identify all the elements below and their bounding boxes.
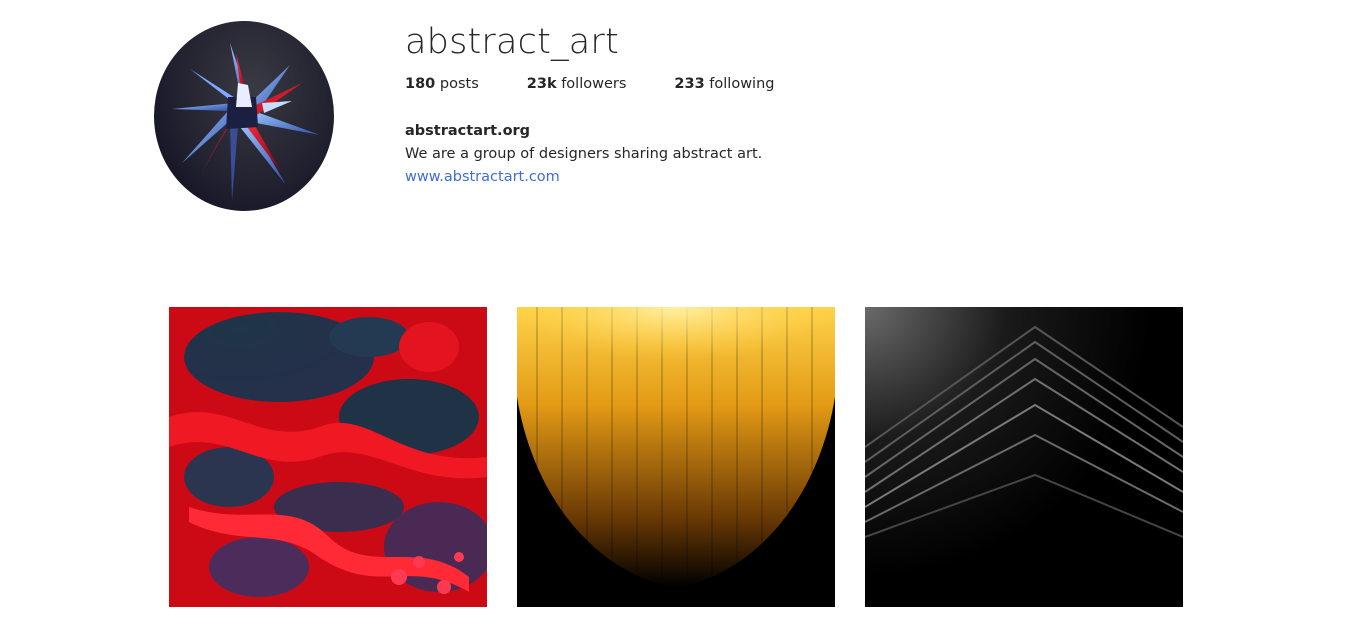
followers-label: followers	[556, 76, 627, 92]
profile-stats: 180 posts 23k followers 233 following	[405, 74, 822, 94]
following-label: following	[704, 76, 775, 92]
profile-avatar[interactable]	[154, 21, 334, 211]
profile-info: abstract_art 180 posts 23k followers 233…	[405, 18, 822, 189]
profile-bio: abstractart.org We are a group of design…	[405, 120, 822, 189]
profile-username: abstract_art	[405, 22, 619, 62]
following-stat[interactable]: 233 following	[674, 74, 774, 94]
post-tile-2[interactable]	[517, 307, 835, 607]
bio-website-link[interactable]: www.abstractart.com	[405, 169, 560, 185]
profile-page: abstract_art 180 posts 23k followers 233…	[0, 0, 1346, 625]
post-tile-3[interactable]	[865, 307, 1183, 607]
golden-light-streaks-image-icon	[517, 307, 835, 607]
following-count: 233	[674, 76, 705, 92]
dark-chevron-building-image-icon	[865, 307, 1183, 607]
bio-text: We are a group of designers sharing abst…	[405, 146, 763, 162]
post-tile-1[interactable]	[169, 307, 487, 607]
red-fluid-art-image-icon	[169, 307, 487, 607]
posts-count: 180	[405, 76, 436, 92]
bio-name: abstractart.org	[405, 123, 531, 139]
posts-stat[interactable]: 180 posts	[405, 74, 479, 94]
abstract-star-avatar-icon	[172, 43, 320, 201]
followers-count: 23k	[526, 76, 557, 92]
posts-label: posts	[435, 76, 479, 92]
posts-grid	[169, 307, 1183, 607]
followers-stat[interactable]: 23k followers	[527, 74, 627, 94]
